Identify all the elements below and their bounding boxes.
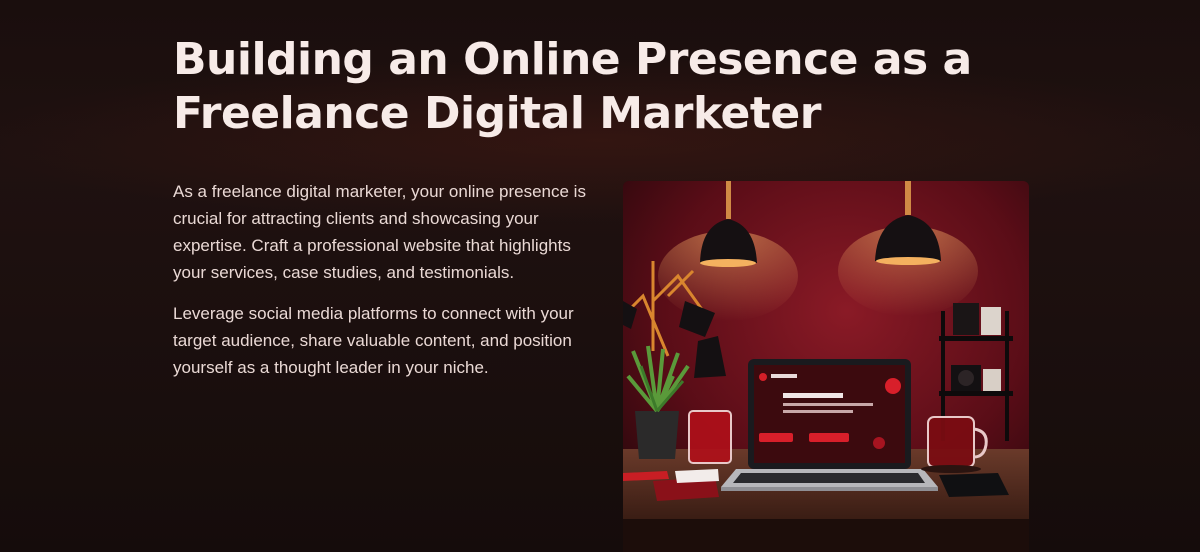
slide-title-line-1: Building an Online Presence as a (173, 34, 972, 85)
slide-title: Building an Online Presence as a Freelan… (173, 33, 1053, 141)
slide: Building an Online Presence as a Freelan… (0, 0, 1200, 552)
glass-cup-left-icon (688, 410, 732, 464)
workspace-illustration (623, 181, 1029, 552)
desk-front (623, 519, 1029, 552)
body-text-column: As a freelance digital marketer, your on… (173, 178, 593, 395)
workspace-photo (623, 181, 1029, 552)
paragraph-social-media: Leverage social media platforms to conne… (173, 304, 574, 377)
laptop-icon (721, 359, 938, 491)
phone-icon (939, 473, 1009, 497)
slide-title-line-2: Freelance Digital Marketer (173, 88, 821, 139)
paragraph-online-presence: As a freelance digital marketer, your on… (173, 182, 586, 282)
